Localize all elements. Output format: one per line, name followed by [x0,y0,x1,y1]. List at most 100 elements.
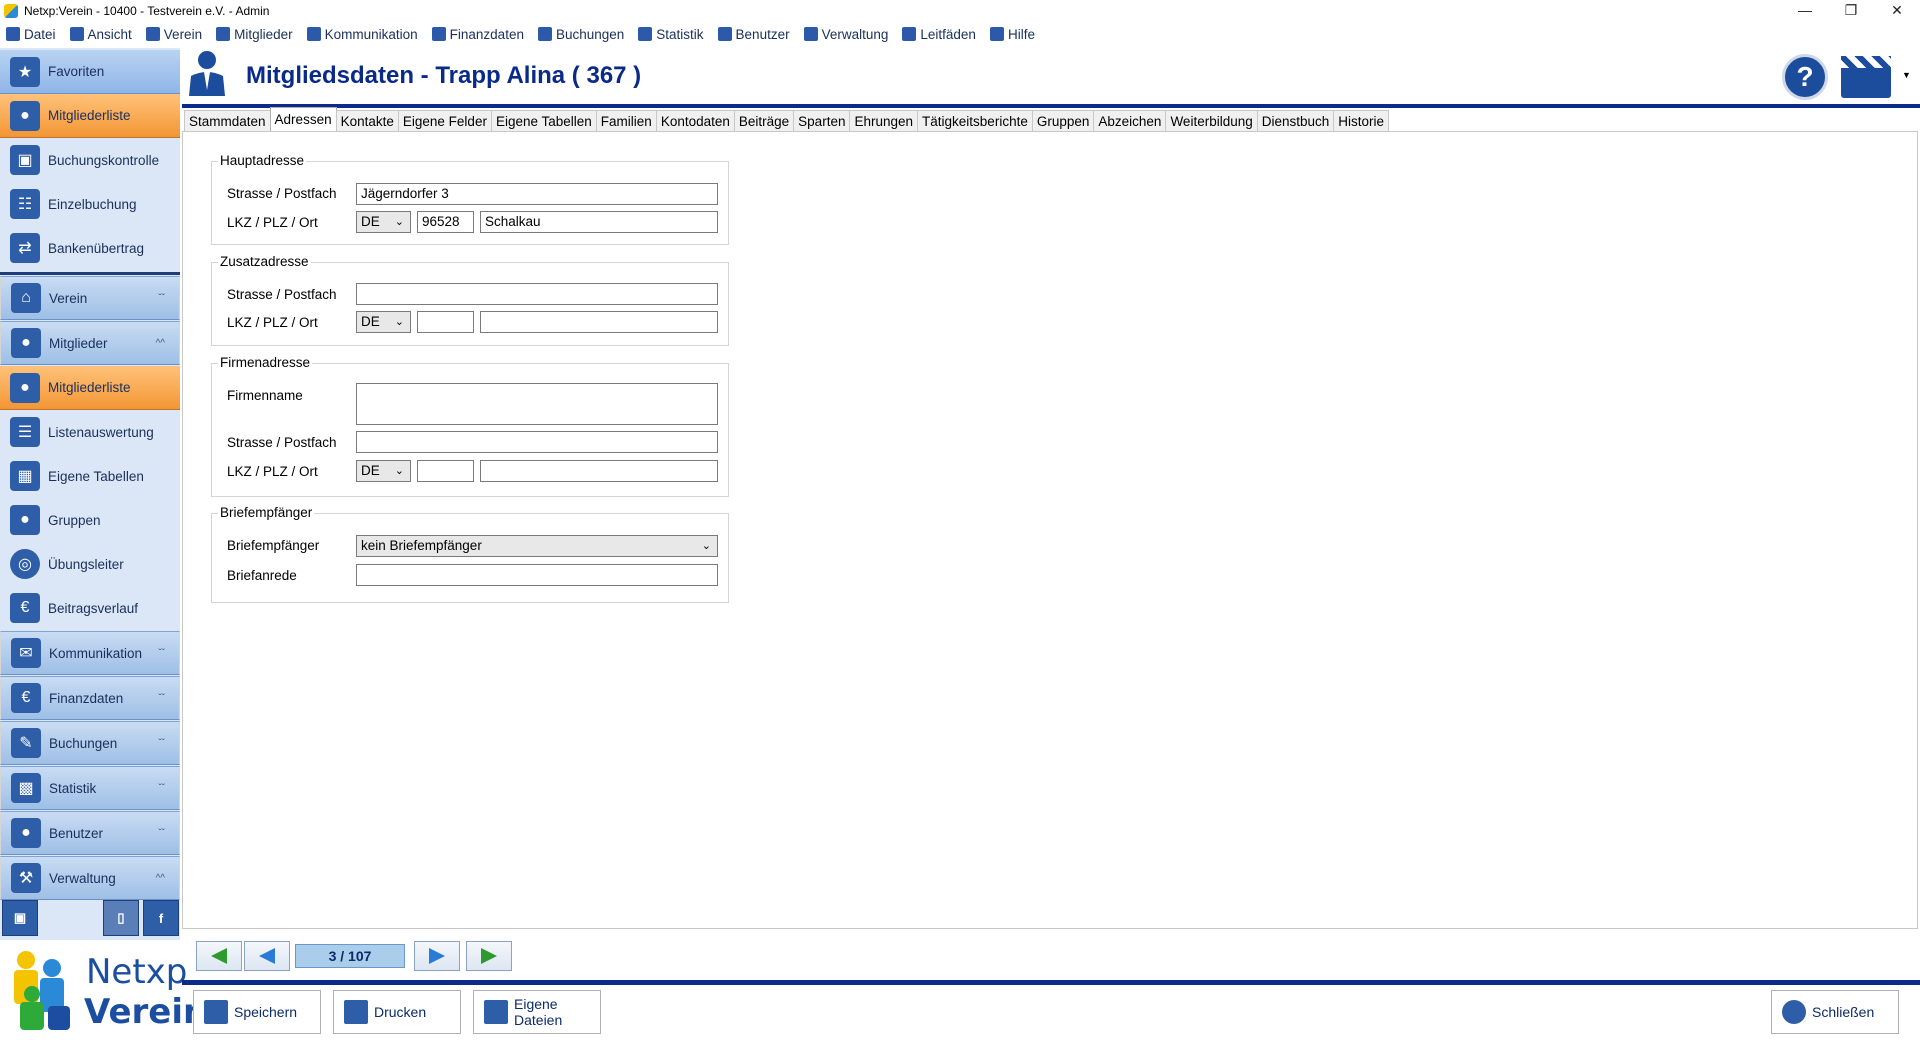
haupt-ort-input[interactable]: Schalkau [480,211,718,233]
house-icon: ⌂ [11,283,41,313]
monitor-button[interactable]: ▣ [2,900,38,936]
money-bag-icon [431,27,446,41]
sidebar-uebungsleiter[interactable]: ◎ Übungsleiter [0,542,180,586]
zusatz-plz-input[interactable] [417,311,474,333]
last-record-button[interactable] [466,941,512,971]
close-icon[interactable]: ✕ [1874,0,1920,22]
monitor-icon: ▣ [13,910,27,925]
trash-icon: ▯ [117,910,125,925]
sidebar-group-verein[interactable]: ⌂ Verein ˇˇ [0,276,180,320]
own-files-button[interactable]: Eigene Dateien [473,990,601,1034]
next-record-button[interactable] [414,941,460,971]
menu-ansicht[interactable]: Ansicht [69,27,132,42]
close-button[interactable]: Schließen [1771,990,1899,1034]
haupt-plz-input[interactable]: 96528 [417,211,474,233]
menu-benutzer[interactable]: Benutzer [717,27,790,42]
sidebar-gruppen[interactable]: ● Gruppen [0,498,180,542]
page-header: Mitgliedsdaten - Trapp Alina ( 367 ) ? ▼ [186,48,1920,104]
view-icon [69,27,84,41]
trash-button[interactable]: ▯ [103,900,139,936]
group-legend: Zusatzadresse [218,254,311,269]
sidebar-beitragsverlauf[interactable]: € Beitragsverlauf [0,586,180,630]
group-legend: Briefempfänger [218,505,315,520]
tab-kontodaten[interactable]: Kontodaten [655,110,735,132]
sidebar-einzelbuchung[interactable]: ☷ Einzelbuchung [0,182,180,226]
tab-weiterbildung[interactable]: Weiterbildung [1165,110,1258,132]
tab-dienstbuch[interactable]: Dienstbuch [1256,110,1335,132]
print-button[interactable]: Drucken [333,990,461,1034]
tab-taetigkeitsberichte[interactable]: Tätigkeitsberichte [917,110,1033,132]
sidebar-group-benutzer[interactable]: ● Benutzer ˇˇ [0,811,180,855]
tab-familien[interactable]: Familien [595,110,657,132]
restore-icon[interactable]: ❐ [1828,0,1874,22]
briefanrede-label: Briefanrede [227,568,297,583]
menu-datei[interactable]: Datei [6,27,56,42]
sidebar-group-mitglieder[interactable]: ● Mitglieder ^^ [0,321,180,365]
firma-strasse-input[interactable] [356,431,718,453]
group-icon: ● [10,505,40,535]
app-icon [4,4,18,18]
menu-finanzdaten[interactable]: Finanzdaten [431,27,524,42]
group-legend: Firmenadresse [218,355,313,370]
firma-lkz-select[interactable]: DE ⌄ [356,460,411,482]
logo-text-line2: Verein [84,992,208,1032]
first-record-button[interactable] [196,941,242,971]
facebook-button[interactable]: f [143,900,179,936]
sidebar-group-kommunikation[interactable]: ✉ Kommunikation ˇˇ [0,631,180,675]
sidebar-group-verwaltung[interactable]: ⚒ Verwaltung ^^ [0,856,180,900]
tab-adressen[interactable]: Adressen [269,107,337,131]
menu-hilfe[interactable]: Hilfe [989,27,1035,42]
tab-sparten[interactable]: Sparten [793,110,851,132]
briefempfaenger-select[interactable]: kein Briefempfänger ⌄ [356,535,718,557]
sidebar-buchungskontrolle[interactable]: ▣ Buchungskontrolle [0,138,180,182]
haupt-strasse-input[interactable]: Jägerndorfer 3 [356,183,718,205]
previous-record-button[interactable] [244,941,290,971]
strasse-label: Strasse / Postfach [227,186,337,201]
tab-eigene-tabellen[interactable]: Eigene Tabellen [490,110,597,132]
tab-kontakte[interactable]: Kontakte [335,110,399,132]
video-tutorial-button[interactable] [1841,56,1891,98]
tab-beitraege[interactable]: Beiträge [733,110,795,132]
file-icon [6,27,20,41]
firma-name-input[interactable] [356,383,718,425]
sidebar-group-statistik[interactable]: ▩ Statistik ˇˇ [0,766,180,810]
chevron-down-icon: ˇˇ [158,292,165,304]
sidebar-favoriten[interactable]: ★ Favoriten [0,50,180,94]
briefanrede-input[interactable] [356,564,718,586]
menu-statistik[interactable]: Statistik [638,27,704,42]
tab-abzeichen[interactable]: Abzeichen [1093,110,1167,132]
sidebar-group-finanzdaten[interactable]: € Finanzdaten ˇˇ [0,676,180,720]
haupt-lkz-select[interactable]: DE ⌄ [356,211,411,233]
window-controls: — ❐ ✕ [1782,0,1920,22]
tab-historie[interactable]: Historie [1333,110,1390,132]
zusatz-strasse-input[interactable] [356,283,718,305]
menu-kommunikation[interactable]: Kommunikation [306,27,418,42]
tab-eigene-felder[interactable]: Eigene Felder [397,110,492,132]
firma-ort-input[interactable] [480,460,718,482]
caret-down-icon[interactable]: ▼ [1902,70,1911,80]
previous-arrow-icon [259,948,275,964]
sidebar-mitgliederliste[interactable]: ● Mitgliederliste [0,366,180,410]
menu-verein[interactable]: Verein [145,27,202,42]
menu-mitglieder[interactable]: Mitglieder [216,27,293,42]
sidebar-bankenuebertrag[interactable]: ⇄ Bankenübertrag [0,226,180,270]
sidebar-group-buchungen[interactable]: ✎ Buchungen ˇˇ [0,721,180,765]
save-button[interactable]: Speichern [193,990,321,1034]
firma-plz-input[interactable] [417,460,474,482]
tab-bar: Stammdaten Adressen Kontakte Eigene Feld… [184,107,1390,132]
tab-gruppen[interactable]: Gruppen [1031,110,1095,132]
sidebar-eigene-tabellen[interactable]: ▦ Eigene Tabellen [0,454,180,498]
chevron-down-icon: ⌄ [394,465,404,477]
next-arrow-icon [429,948,445,964]
menu-verwaltung[interactable]: Verwaltung [803,27,888,42]
menu-buchungen[interactable]: Buchungen [537,27,624,42]
tab-stammdaten[interactable]: Stammdaten [184,110,271,132]
zusatz-ort-input[interactable] [480,311,718,333]
help-button[interactable]: ? [1782,54,1828,100]
minimize-icon[interactable]: — [1782,0,1828,22]
tab-ehrungen[interactable]: Ehrungen [849,110,919,132]
zusatz-lkz-select[interactable]: DE ⌄ [356,311,411,333]
sidebar-fav-mitgliederliste[interactable]: ● Mitgliederliste [0,94,180,138]
menu-leitfaeden[interactable]: Leitfäden [902,27,976,42]
sidebar-listenauswertung[interactable]: ☰ Listenauswertung [0,410,180,454]
